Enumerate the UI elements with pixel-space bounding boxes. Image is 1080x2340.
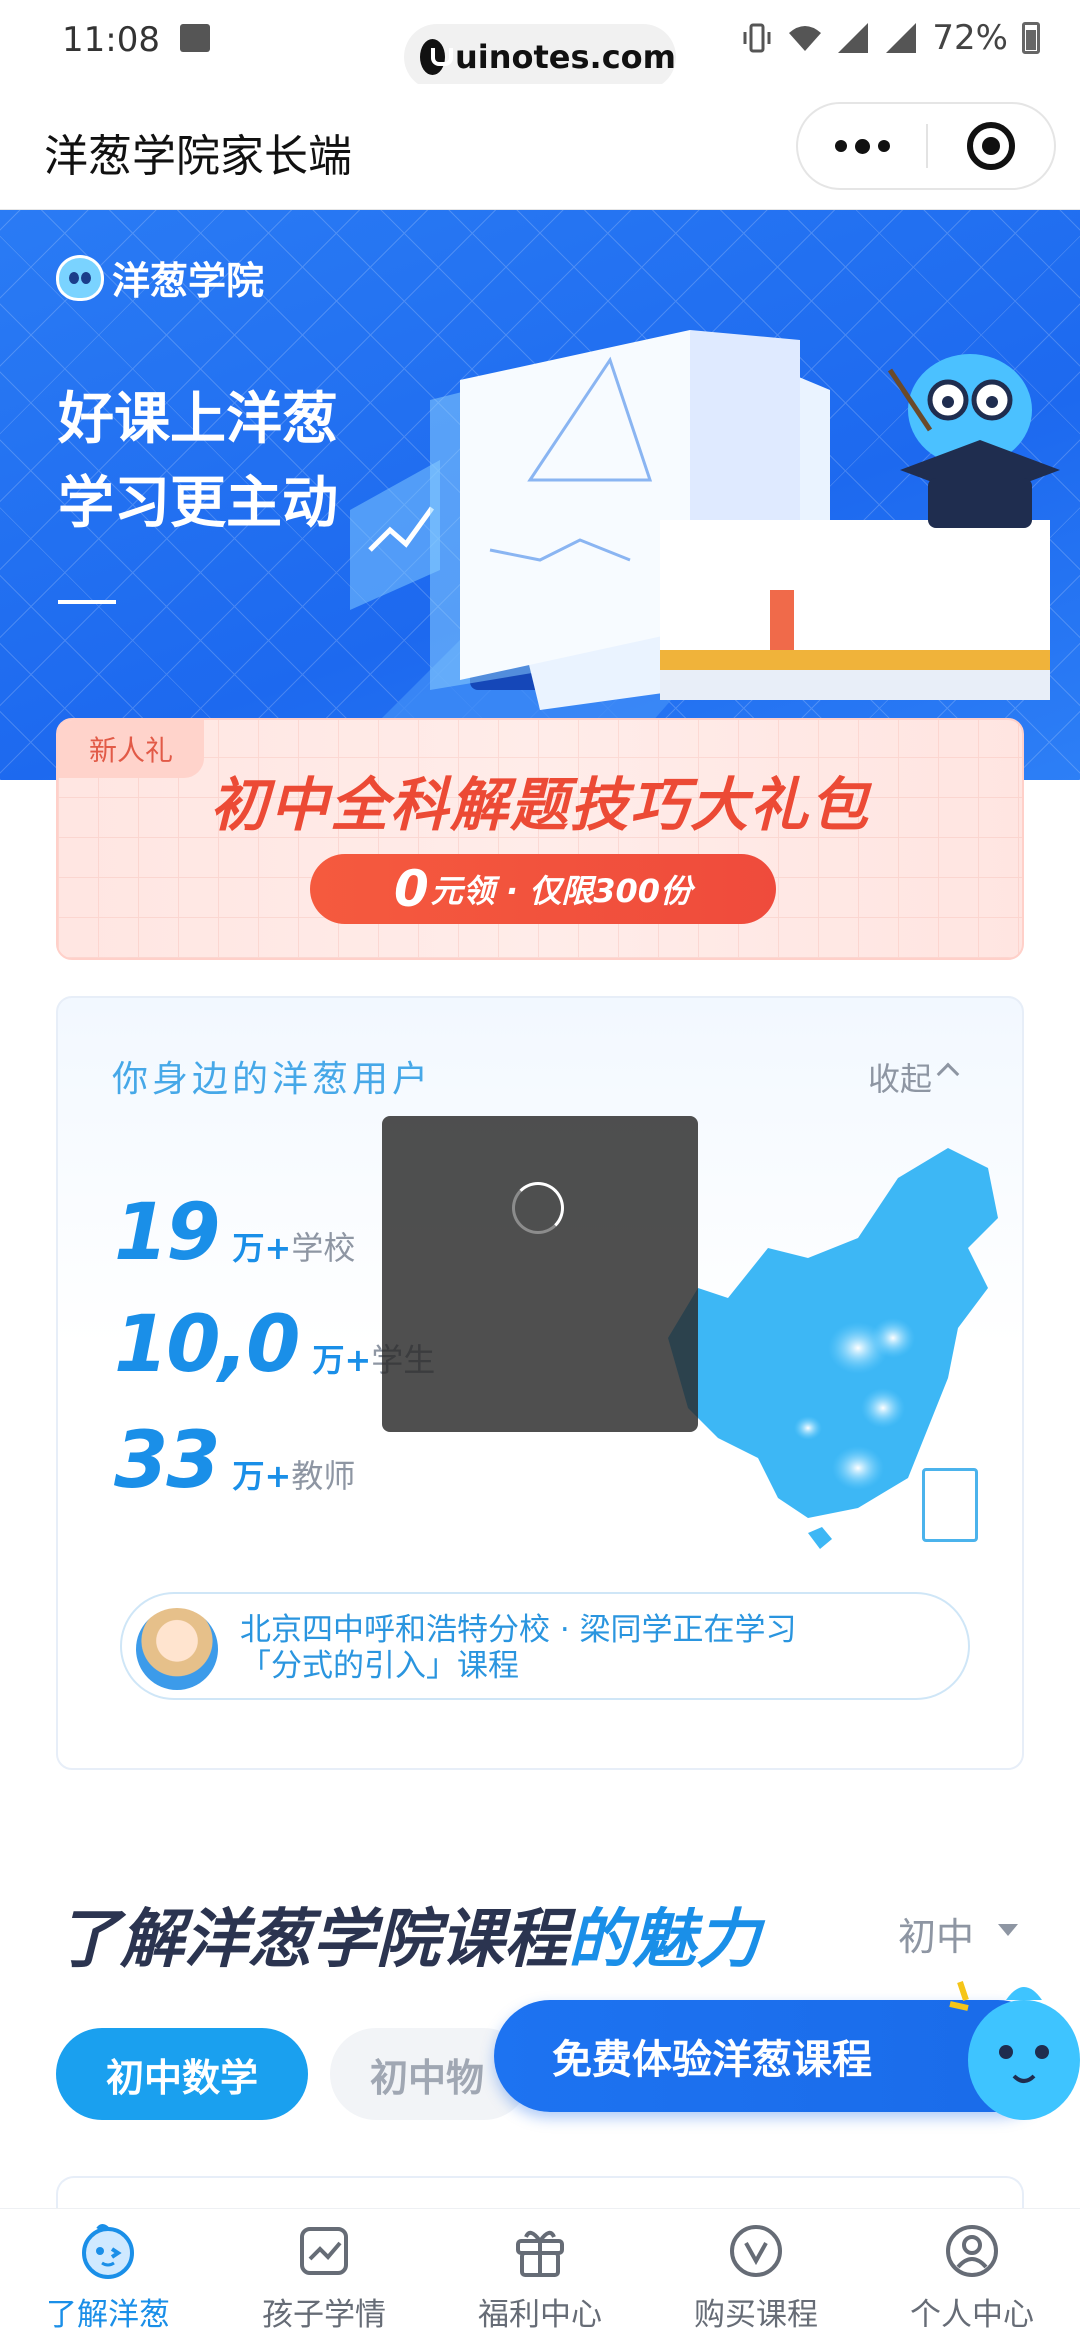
gift-button-label: 元领 · 仅限300份	[430, 872, 693, 910]
status-bar: 11:08 uinotes.com 72%	[0, 0, 1080, 90]
stat-unit: 万+	[312, 1341, 372, 1379]
south-sea-inset-icon	[922, 1468, 978, 1542]
signal-icon-2	[886, 23, 917, 53]
tab-label: 了解洋葱	[46, 2297, 170, 2333]
tab-buy-course[interactable]: 购买课程	[648, 2209, 864, 2340]
url-pill[interactable]: uinotes.com	[404, 24, 676, 90]
stat-number: 19	[114, 1188, 221, 1278]
tab-benefits[interactable]: 福利中心	[432, 2209, 648, 2340]
stat-label: 学校	[291, 1229, 356, 1267]
tab-about-onion[interactable]: 了解洋葱	[0, 2209, 216, 2340]
loading-toast	[382, 1116, 698, 1432]
close-miniprogram-button[interactable]	[928, 122, 1054, 170]
more-icon[interactable]	[798, 104, 926, 188]
vibrate-icon	[743, 23, 771, 53]
status-indicators: 72%	[740, 18, 1040, 58]
stat-teachers: 33 万+ 教师	[114, 1416, 355, 1506]
onion-mascot-icon	[949, 1981, 1080, 2120]
hero-slogan: 好课上洋葱 学习更主动	[58, 378, 338, 546]
battery-icon	[1022, 22, 1040, 54]
v-badge-icon	[730, 2225, 782, 2277]
learner-line-1: 北京四中呼和浩特分校 · 梁同学正在学习	[240, 1612, 797, 1648]
nav-bar: 洋葱学院家长端	[0, 84, 1080, 210]
tab-junior-math[interactable]: 初中数学	[56, 2028, 308, 2120]
stat-label: 教师	[291, 1457, 356, 1495]
gift-icon	[516, 2230, 564, 2277]
onion-logo-icon	[56, 254, 104, 301]
avatar	[136, 1608, 218, 1690]
section-title-main: 了解洋葱学院课程	[56, 1903, 568, 1977]
hero-illustration	[330, 330, 1060, 770]
miniprogram-capsule	[796, 102, 1056, 190]
section-title-highlight: 的魅力	[568, 1903, 760, 1977]
gift-price-zero: 0	[393, 860, 429, 918]
user-icon	[946, 2225, 998, 2277]
users-title: 你身边的洋葱用户	[112, 1059, 433, 1100]
stat-unit: 万+	[232, 1457, 292, 1495]
new-user-gift-banner[interactable]: 新人礼 初中全科解题技巧大礼包 0 元领 · 仅限300份	[56, 718, 1024, 960]
tab-label: 购买课程	[694, 2297, 818, 2333]
tab-label: 个人中心	[910, 2297, 1034, 2333]
site-logo-icon	[420, 39, 453, 75]
collapse-button[interactable]: 收起	[868, 1054, 932, 1100]
page-title: 洋葱学院家长端	[44, 131, 352, 182]
caret-down-icon[interactable]	[998, 1924, 1018, 1936]
claim-gift-button[interactable]: 0 元领 · 仅限300份	[310, 854, 776, 924]
stat-unit: 万+	[232, 1229, 292, 1267]
tab-label: 福利中心	[478, 2297, 602, 2333]
tab-label: 孩子学情	[262, 2297, 386, 2333]
brand-logo: 洋葱学院	[56, 250, 264, 305]
target-icon	[967, 122, 1015, 170]
slogan-line-2: 学习更主动	[58, 471, 338, 536]
gallery-icon	[180, 24, 210, 52]
bottom-tab-bar: 了解洋葱 孩子学情 福利中心 购买课程 个人中心	[0, 2208, 1080, 2340]
learner-ticker: 北京四中呼和浩特分校 · 梁同学正在学习 「分式的引入」课程	[120, 1592, 970, 1700]
chart-icon	[300, 2227, 348, 2275]
stat-number: 10,0	[114, 1300, 300, 1390]
hero-dash	[58, 600, 116, 604]
stat-schools: 19 万+ 学校	[114, 1188, 355, 1278]
loading-spinner-icon	[512, 1182, 564, 1234]
stat-number: 33	[114, 1416, 221, 1506]
onion-face-icon	[82, 2224, 134, 2279]
signal-icon	[838, 23, 869, 53]
grade-selector[interactable]: 初中	[898, 1906, 974, 1961]
url-text: uinotes.com	[454, 38, 676, 76]
tab-child-progress[interactable]: 孩子学情	[216, 2209, 432, 2340]
section-title: 了解洋葱学院课程的魅力	[56, 1888, 760, 1980]
learner-text: 北京四中呼和浩特分校 · 梁同学正在学习 「分式的引入」课程	[240, 1612, 797, 1684]
wifi-icon	[789, 26, 822, 51]
slogan-line-1: 好课上洋葱	[58, 387, 338, 452]
battery-percent: 72%	[932, 18, 1008, 58]
learner-line-2: 「分式的引入」课程	[240, 1648, 519, 1684]
brand-name: 洋葱学院	[112, 259, 265, 303]
gift-title: 初中全科解题技巧大礼包	[209, 771, 870, 839]
hero-banner[interactable]: 洋葱学院 好课上洋葱 学习更主动	[0, 210, 1080, 780]
status-time: 11:08	[62, 20, 160, 60]
tab-profile[interactable]: 个人中心	[864, 2209, 1080, 2340]
chevron-up-icon[interactable]	[936, 1062, 960, 1086]
